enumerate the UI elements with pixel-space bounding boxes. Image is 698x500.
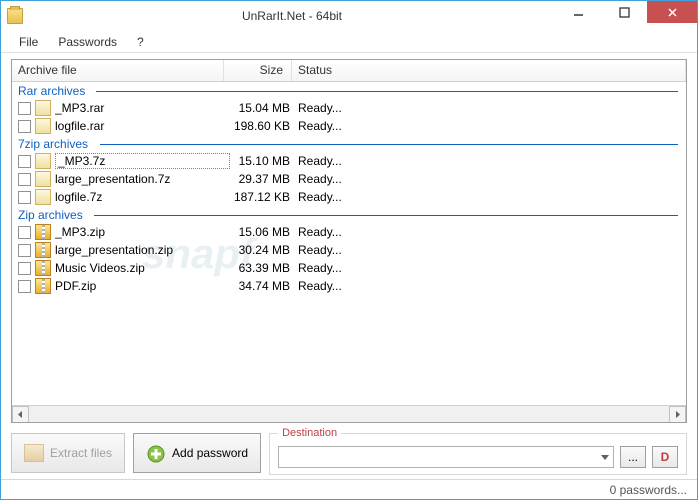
row-checkbox[interactable] bbox=[18, 244, 31, 257]
archive-size: 34.74 MB bbox=[230, 279, 298, 293]
destination-group: Destination ... D bbox=[269, 433, 687, 475]
archive-status: Ready... bbox=[298, 119, 680, 133]
add-password-label: Add password bbox=[172, 446, 248, 460]
archive-icon bbox=[35, 260, 51, 276]
archive-status: Ready... bbox=[298, 279, 680, 293]
header-status[interactable]: Status bbox=[292, 60, 686, 81]
row-checkbox[interactable] bbox=[18, 155, 31, 168]
titlebar: UnRarIt.Net - 64bit bbox=[1, 1, 697, 31]
row-checkbox[interactable] bbox=[18, 191, 31, 204]
archive-row[interactable]: _MP3.7z15.10 MBReady... bbox=[12, 152, 686, 170]
add-password-button[interactable]: Add password bbox=[133, 433, 261, 473]
archive-size: 198.60 KB bbox=[230, 119, 298, 133]
scroll-right-button[interactable] bbox=[669, 406, 686, 423]
archive-row[interactable]: logfile.7z187.12 KBReady... bbox=[12, 188, 686, 206]
archive-name: _MP3.rar bbox=[55, 101, 230, 115]
archive-row[interactable]: _MP3.zip15.06 MBReady... bbox=[12, 223, 686, 241]
window-title: UnRarIt.Net - 64bit bbox=[29, 9, 555, 23]
destination-combo[interactable] bbox=[278, 446, 614, 468]
menu-file[interactable]: File bbox=[9, 32, 48, 52]
archive-status: Ready... bbox=[298, 225, 680, 239]
row-checkbox[interactable] bbox=[18, 226, 31, 239]
archive-listview[interactable]: Archive file Size Status snapf Rar archi… bbox=[11, 59, 687, 423]
archive-row[interactable]: _MP3.rar15.04 MBReady... bbox=[12, 99, 686, 117]
minimize-button[interactable] bbox=[555, 1, 601, 23]
row-checkbox[interactable] bbox=[18, 280, 31, 293]
header-archive-file[interactable]: Archive file bbox=[12, 60, 224, 81]
archive-name: Music Videos.zip bbox=[55, 261, 230, 275]
app-icon bbox=[7, 8, 23, 24]
archive-name: large_presentation.zip bbox=[55, 243, 230, 257]
archive-icon bbox=[35, 278, 51, 294]
archive-name: _MP3.7z bbox=[55, 153, 230, 169]
menu-help[interactable]: ? bbox=[127, 32, 154, 52]
archive-row[interactable]: large_presentation.7z29.37 MBReady... bbox=[12, 170, 686, 188]
archive-size: 15.06 MB bbox=[230, 225, 298, 239]
archive-status: Ready... bbox=[298, 190, 680, 204]
archive-name: logfile.7z bbox=[55, 190, 230, 204]
archive-row[interactable]: Music Videos.zip63.39 MBReady... bbox=[12, 259, 686, 277]
group-header[interactable]: 7zip archives bbox=[12, 135, 686, 152]
group-header[interactable]: Zip archives bbox=[12, 206, 686, 223]
archive-row[interactable]: logfile.rar198.60 KBReady... bbox=[12, 117, 686, 135]
menubar: File Passwords ? bbox=[1, 31, 697, 53]
archive-icon bbox=[35, 153, 51, 169]
header-size[interactable]: Size bbox=[224, 60, 292, 81]
archive-size: 15.10 MB bbox=[230, 154, 298, 168]
archive-size: 187.12 KB bbox=[230, 190, 298, 204]
archive-name: large_presentation.7z bbox=[55, 172, 230, 186]
plus-icon bbox=[146, 444, 166, 462]
archive-icon bbox=[35, 171, 51, 187]
archive-icon bbox=[35, 118, 51, 134]
close-button[interactable] bbox=[647, 1, 697, 23]
archive-row[interactable]: PDF.zip34.74 MBReady... bbox=[12, 277, 686, 295]
archive-status: Ready... bbox=[298, 154, 680, 168]
extract-label: Extract files bbox=[50, 446, 112, 460]
archive-name: PDF.zip bbox=[55, 279, 230, 293]
rows-container: Rar archives_MP3.rar15.04 MBReady...logf… bbox=[12, 82, 686, 405]
browse-button[interactable]: ... bbox=[620, 446, 646, 468]
statusbar: 0 passwords... bbox=[1, 479, 697, 499]
row-checkbox[interactable] bbox=[18, 173, 31, 186]
archive-row[interactable]: large_presentation.zip30.24 MBReady... bbox=[12, 241, 686, 259]
app-window: UnRarIt.Net - 64bit File Passwords ? Arc… bbox=[0, 0, 698, 500]
bottom-toolbar: Extract files Add password Destination .… bbox=[1, 427, 697, 479]
archive-size: 30.24 MB bbox=[230, 243, 298, 257]
maximize-button[interactable] bbox=[601, 1, 647, 23]
extract-files-button[interactable]: Extract files bbox=[11, 433, 125, 473]
archive-icon bbox=[35, 242, 51, 258]
archive-name: logfile.rar bbox=[55, 119, 230, 133]
horizontal-scrollbar[interactable] bbox=[12, 405, 686, 422]
column-headers: Archive file Size Status bbox=[12, 60, 686, 82]
content-area: Archive file Size Status snapf Rar archi… bbox=[1, 53, 697, 427]
d-button[interactable]: D bbox=[652, 446, 678, 468]
status-text: 0 passwords... bbox=[610, 483, 687, 497]
group-header[interactable]: Rar archives bbox=[12, 82, 686, 99]
window-controls bbox=[555, 1, 697, 31]
archive-status: Ready... bbox=[298, 101, 680, 115]
row-checkbox[interactable] bbox=[18, 102, 31, 115]
row-checkbox[interactable] bbox=[18, 120, 31, 133]
archive-icon bbox=[35, 224, 51, 240]
archive-icon bbox=[35, 100, 51, 116]
archive-size: 29.37 MB bbox=[230, 172, 298, 186]
archive-icon bbox=[35, 189, 51, 205]
archive-size: 15.04 MB bbox=[230, 101, 298, 115]
scroll-left-button[interactable] bbox=[12, 406, 29, 423]
archive-status: Ready... bbox=[298, 243, 680, 257]
archive-status: Ready... bbox=[298, 261, 680, 275]
row-checkbox[interactable] bbox=[18, 262, 31, 275]
archive-size: 63.39 MB bbox=[230, 261, 298, 275]
archive-name: _MP3.zip bbox=[55, 225, 230, 239]
menu-passwords[interactable]: Passwords bbox=[48, 32, 127, 52]
archive-status: Ready... bbox=[298, 172, 680, 186]
extract-icon bbox=[24, 444, 44, 462]
destination-label: Destination bbox=[278, 427, 341, 439]
